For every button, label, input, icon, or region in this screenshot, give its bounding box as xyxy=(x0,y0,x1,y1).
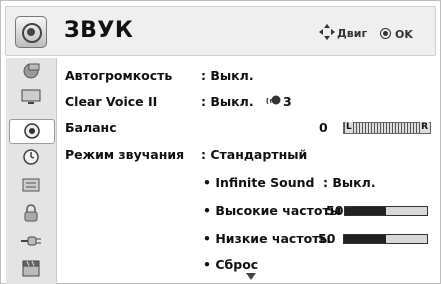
auto-volume-value: : Выкл. xyxy=(201,68,254,83)
ok-hint: OK xyxy=(380,27,413,41)
bass-label: • Низкие частоты xyxy=(203,231,331,246)
treble-value: 50 xyxy=(326,203,344,218)
balance-right-label: R xyxy=(420,122,429,133)
options-icon xyxy=(22,178,40,192)
clear-voice-value: : Выкл. xyxy=(201,94,254,109)
balance-value: 0 xyxy=(319,120,328,135)
ok-label: OK xyxy=(395,28,413,41)
auto-volume-label: Автогромкость xyxy=(65,68,173,83)
treble-slider[interactable] xyxy=(344,206,428,216)
menu-header: ЗВУК Двиг OK xyxy=(5,6,436,56)
treble-slider-fill xyxy=(345,207,386,215)
screen-icon xyxy=(21,89,41,104)
sound-icon xyxy=(24,123,40,139)
sidebar-item-options[interactable] xyxy=(9,174,53,197)
category-sidebar xyxy=(6,58,57,284)
sidebar-item-time[interactable] xyxy=(9,146,53,169)
infinite-sound-value: : Выкл. xyxy=(323,175,376,190)
sidebar-item-screen[interactable] xyxy=(9,86,53,109)
bass-slider[interactable] xyxy=(343,234,428,244)
treble-label: • Высокие частоты xyxy=(203,203,342,218)
sidebar-item-picture[interactable] xyxy=(9,60,53,83)
balance-left-label: L xyxy=(345,122,353,133)
clock-icon xyxy=(23,149,39,165)
voice-head-icon xyxy=(266,95,281,105)
input-plug-icon xyxy=(21,236,41,246)
balance-row[interactable]: Баланс 0 L R xyxy=(61,120,434,142)
sound-settings-list: Автогромкость : Выкл. Clear Voice II : В… xyxy=(61,58,434,284)
sidebar-item-lock[interactable] xyxy=(9,202,53,225)
clear-voice-level: 3 xyxy=(283,94,292,109)
balance-slider[interactable]: L R xyxy=(343,122,431,134)
sound-icon xyxy=(15,16,47,48)
bass-value: 50 xyxy=(318,231,336,246)
ok-circle-icon xyxy=(380,28,391,39)
reset-label: • Сброс xyxy=(203,257,259,272)
balance-label: Баланс xyxy=(65,120,117,135)
clear-voice-label: Clear Voice II xyxy=(65,94,158,109)
sound-mode-value: : Стандартный xyxy=(201,147,308,162)
page-title: ЗВУК xyxy=(64,18,134,43)
bass-slider-fill xyxy=(344,235,386,243)
lock-icon xyxy=(24,204,38,222)
picture-icon xyxy=(23,63,40,79)
navigate-arrows-icon xyxy=(319,24,335,40)
sidebar-item-sound[interactable] xyxy=(9,119,55,144)
infinite-sound-label: • Infinite Sound xyxy=(203,175,315,190)
clapper-icon xyxy=(22,260,40,277)
sidebar-item-input[interactable] xyxy=(9,230,53,253)
sidebar-item-usb[interactable] xyxy=(9,257,53,280)
navigate-label: Двиг xyxy=(337,27,368,40)
scroll-down-icon[interactable] xyxy=(246,273,256,280)
sound-menu-window: ЗВУК Двиг OK Автогромкость: Выкл. Clear… xyxy=(0,0,441,284)
sound-mode-label: Режим звучания xyxy=(65,147,185,162)
